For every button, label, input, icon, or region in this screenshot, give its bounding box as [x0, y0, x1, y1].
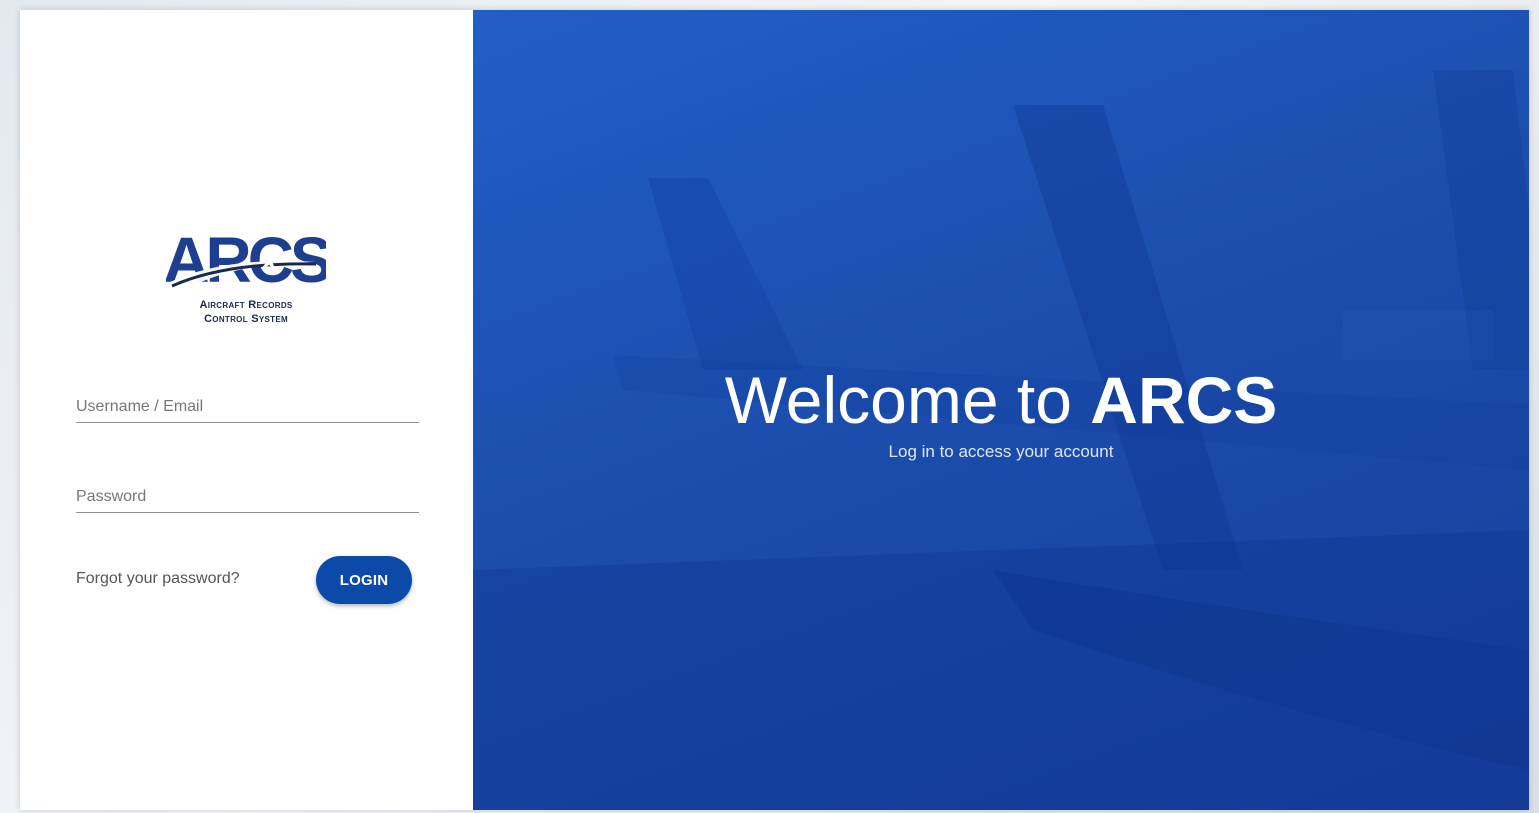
- forgot-password-link[interactable]: Forgot your password?: [76, 570, 240, 588]
- welcome-prefix: Welcome to: [724, 363, 1072, 437]
- hero-panel: Welcome to ARCS Log in to access your ac…: [473, 10, 1529, 810]
- username-field: [76, 392, 419, 423]
- logo-subtitle-line1: Aircraft Records: [199, 299, 293, 311]
- arcs-logo: ARCS Aircraft Records Control System: [166, 220, 326, 332]
- username-input[interactable]: [76, 392, 419, 422]
- welcome-brand: ARCS: [1090, 363, 1278, 437]
- password-field: [76, 482, 419, 513]
- arcs-logo-mark: ARCS: [166, 224, 326, 296]
- login-panel: ARCS Aircraft Records Control System For…: [20, 10, 473, 810]
- logo-subtitle: Aircraft Records Control System: [166, 298, 326, 326]
- login-window: ARCS Aircraft Records Control System For…: [20, 10, 1529, 810]
- logo-subtitle-line2: Control System: [204, 313, 288, 325]
- login-button[interactable]: LOGIN: [316, 556, 412, 604]
- welcome-subtitle: Log in to access your account: [888, 442, 1114, 461]
- welcome-heading: Welcome to ARCS: [473, 362, 1529, 438]
- password-input[interactable]: [76, 482, 419, 512]
